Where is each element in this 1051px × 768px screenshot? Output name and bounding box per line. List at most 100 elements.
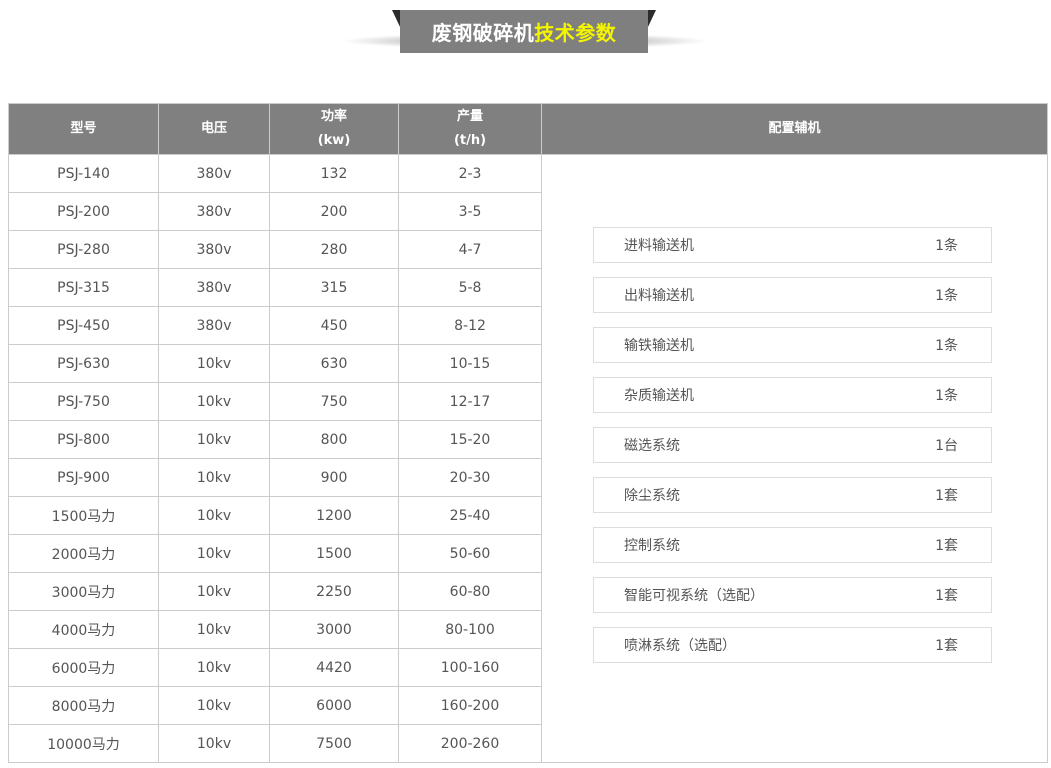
header-model: 型号 [8, 103, 159, 155]
auxiliary-item-name: 进料输送机 [624, 238, 694, 254]
auxiliary-list: 进料输送机 1条 出料输送机 1条 输铁输送机 1条 杂质输送机 1条 磁选系统 1台 除尘系统 1套… [542, 155, 1047, 663]
power-cell: 2250 [269, 572, 399, 611]
power-cell: 200 [269, 192, 399, 231]
auxiliary-item-name: 除尘系统 [624, 488, 680, 504]
auxiliary-item-qty: 1条 [935, 238, 958, 254]
output-cell: 20-30 [398, 458, 542, 497]
output-cell: 2-3 [398, 154, 542, 193]
output-cell: 160-200 [398, 686, 542, 725]
model-cell: PSJ-200 [8, 192, 159, 231]
voltage-cell: 10kv [158, 610, 270, 649]
power-cell: 6000 [269, 686, 399, 725]
table-row: PSJ-140 380v 132 2-3 进料输送机 1条 出料输送机 1条 输铁输送机 1条 杂质… [8, 154, 1048, 763]
voltage-cell: 380v [158, 268, 270, 307]
output-cell: 25-40 [398, 496, 542, 535]
voltage-cell: 10kv [158, 496, 270, 535]
title-highlight: 技术参数 [534, 21, 617, 45]
voltage-cell: 10kv [158, 686, 270, 725]
auxiliary-item-name: 出料输送机 [624, 288, 694, 304]
auxiliary-item-qty: 1条 [935, 388, 958, 404]
model-cell: PSJ-315 [8, 268, 159, 307]
voltage-cell: 380v [158, 306, 270, 345]
output-cell: 100-160 [398, 648, 542, 687]
power-cell: 450 [269, 306, 399, 345]
voltage-cell: 380v [158, 230, 270, 269]
power-cell: 750 [269, 382, 399, 421]
auxiliary-item: 输铁输送机 1条 [593, 327, 992, 363]
auxiliary-item: 杂质输送机 1条 [593, 377, 992, 413]
auxiliary-item: 出料输送机 1条 [593, 277, 992, 313]
output-cell: 80-100 [398, 610, 542, 649]
model-cell: 4000马力 [8, 610, 159, 649]
auxiliary-item: 进料输送机 1条 [593, 227, 992, 263]
auxiliary-item-name: 智能可视系统（选配） [624, 588, 764, 604]
voltage-cell: 10kv [158, 382, 270, 421]
auxiliary-item-qty: 1套 [935, 588, 958, 604]
title-plain: 废钢破碎机 [431, 21, 535, 45]
auxiliary-item: 除尘系统 1套 [593, 477, 992, 513]
output-cell: 200-260 [398, 724, 542, 763]
output-cell: 10-15 [398, 344, 542, 383]
output-cell: 4-7 [398, 230, 542, 269]
table-header-row: 型号 电压 功率 (kw) 产量 (t/h) 配置辅机 [8, 103, 1048, 155]
auxiliary-item-name: 磁选系统 [624, 438, 680, 454]
spec-table: 型号 电压 功率 (kw) 产量 (t/h) 配置辅机 PSJ-140 380v 132… [8, 103, 1048, 763]
auxiliary-item: 控制系统 1套 [593, 527, 992, 563]
model-cell: 8000马力 [8, 686, 159, 725]
model-cell: 10000马力 [8, 724, 159, 763]
section-title-banner: 废钢破碎机 技术参数 [400, 10, 648, 53]
output-cell: 8-12 [398, 306, 542, 345]
voltage-cell: 10kv [158, 458, 270, 497]
model-cell: 6000马力 [8, 648, 159, 687]
model-cell: 1500马力 [8, 496, 159, 535]
model-cell: PSJ-280 [8, 230, 159, 269]
voltage-cell: 10kv [158, 344, 270, 383]
header-voltage: 电压 [158, 103, 270, 155]
auxiliary-item-qty: 1套 [935, 488, 958, 504]
auxiliary-item: 磁选系统 1台 [593, 427, 992, 463]
auxiliary-item-qty: 1条 [935, 288, 958, 304]
output-cell: 3-5 [398, 192, 542, 231]
output-cell: 12-17 [398, 382, 542, 421]
voltage-cell: 380v [158, 154, 270, 193]
voltage-cell: 10kv [158, 572, 270, 611]
power-cell: 4420 [269, 648, 399, 687]
auxiliary-item-name: 杂质输送机 [624, 388, 694, 404]
power-cell: 3000 [269, 610, 399, 649]
header-auxiliary: 配置辅机 [541, 103, 1048, 155]
auxiliary-item-name: 控制系统 [624, 538, 680, 554]
voltage-cell: 10kv [158, 648, 270, 687]
auxiliary-item-qty: 1套 [935, 638, 958, 654]
model-cell: PSJ-140 [8, 154, 159, 193]
voltage-cell: 10kv [158, 534, 270, 573]
model-cell: 2000马力 [8, 534, 159, 573]
output-cell: 50-60 [398, 534, 542, 573]
power-cell: 900 [269, 458, 399, 497]
model-cell: PSJ-800 [8, 420, 159, 459]
power-cell: 7500 [269, 724, 399, 763]
auxiliary-item: 喷淋系统（选配） 1套 [593, 627, 992, 663]
model-cell: PSJ-450 [8, 306, 159, 345]
voltage-cell: 10kv [158, 724, 270, 763]
auxiliary-item-name: 输铁输送机 [624, 338, 694, 354]
voltage-cell: 380v [158, 192, 270, 231]
auxiliary-item-qty: 1条 [935, 338, 958, 354]
output-cell: 60-80 [398, 572, 542, 611]
auxiliary-item-name: 喷淋系统（选配） [624, 638, 736, 654]
voltage-cell: 10kv [158, 420, 270, 459]
header-power: 功率 (kw) [269, 103, 399, 155]
table-body: PSJ-140 380v 132 2-3 进料输送机 1条 出料输送机 1条 输铁输送机 1条 杂质… [8, 154, 1048, 763]
auxiliary-cell: 进料输送机 1条 出料输送机 1条 输铁输送机 1条 杂质输送机 1条 磁选系统 1台 除尘系统 1套… [541, 154, 1048, 763]
model-cell: PSJ-630 [8, 344, 159, 383]
model-cell: PSJ-750 [8, 382, 159, 421]
auxiliary-item: 智能可视系统（选配） 1套 [593, 577, 992, 613]
model-cell: PSJ-900 [8, 458, 159, 497]
power-cell: 1500 [269, 534, 399, 573]
model-cell: 3000马力 [8, 572, 159, 611]
auxiliary-item-qty: 1台 [935, 438, 958, 454]
power-cell: 630 [269, 344, 399, 383]
header-output: 产量 (t/h) [398, 103, 542, 155]
output-cell: 5-8 [398, 268, 542, 307]
power-cell: 315 [269, 268, 399, 307]
output-cell: 15-20 [398, 420, 542, 459]
